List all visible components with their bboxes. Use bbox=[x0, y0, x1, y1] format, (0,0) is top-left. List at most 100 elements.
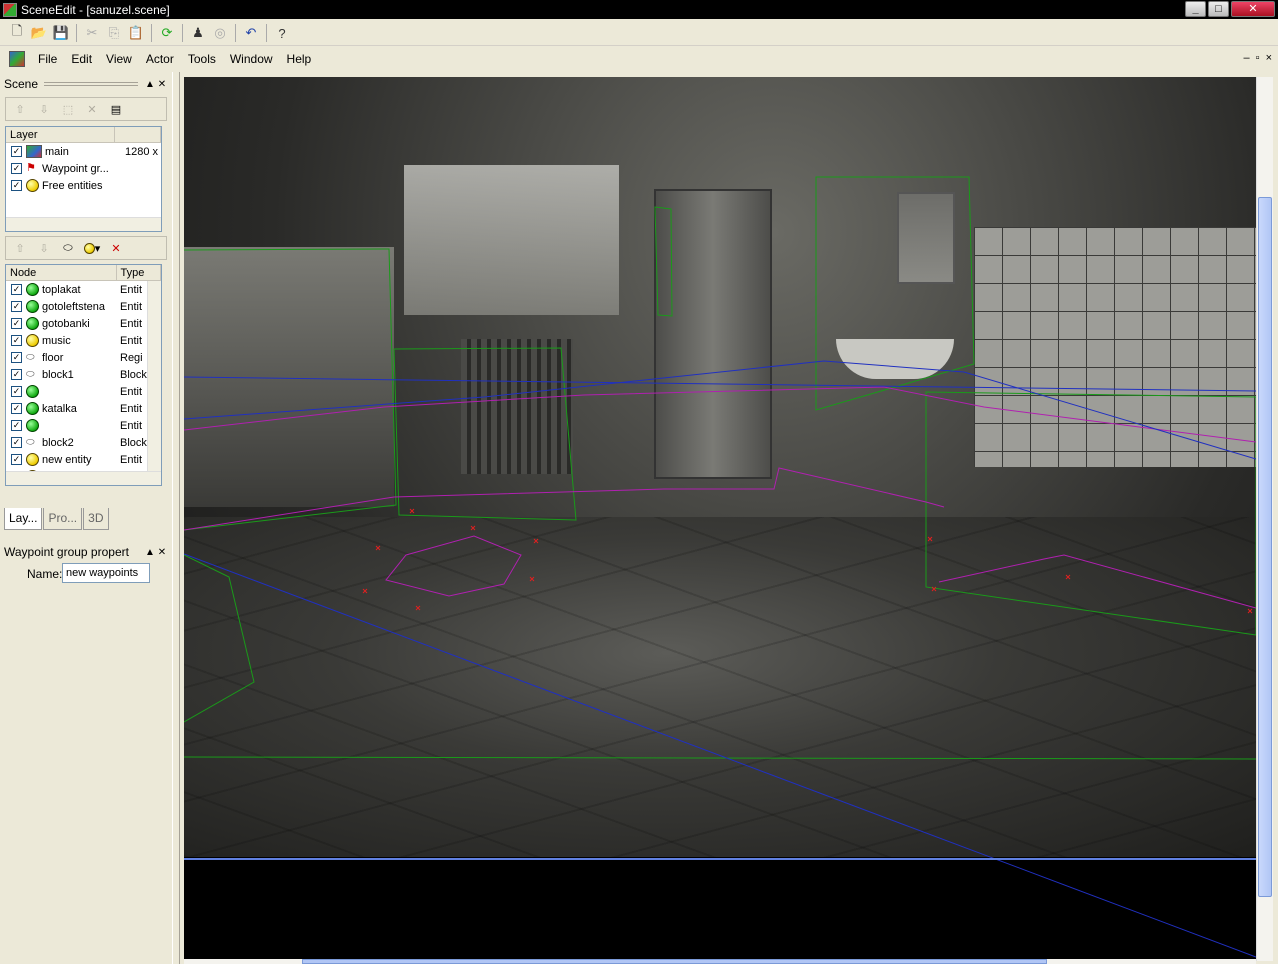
node-row[interactable]: ✓ toplakat Entit bbox=[6, 281, 161, 298]
cut-icon[interactable]: ✂ bbox=[81, 22, 103, 44]
viewport-hscroll-thumb[interactable] bbox=[302, 959, 1047, 964]
layer-column-header[interactable]: Layer bbox=[6, 127, 115, 142]
waypoint-marker[interactable] bbox=[1065, 574, 1071, 580]
region-outline[interactable] bbox=[184, 467, 945, 531]
menu-file[interactable]: File bbox=[31, 52, 64, 66]
node-row[interactable]: ✓ Entit bbox=[6, 417, 161, 434]
type-column-header[interactable]: Type bbox=[117, 265, 161, 280]
layer-row[interactable]: ✓ main 1280 x bbox=[6, 143, 161, 160]
region-outline[interactable] bbox=[385, 535, 522, 597]
node-checkbox[interactable]: ✓ bbox=[11, 403, 22, 414]
actor-circle-icon[interactable]: ◎ bbox=[209, 22, 231, 44]
panel-grip[interactable] bbox=[44, 82, 138, 86]
waypoint-marker[interactable] bbox=[362, 588, 368, 594]
mdi-restore-button[interactable]: ▫ bbox=[1256, 52, 1260, 64]
waypoint-marker[interactable] bbox=[1247, 608, 1253, 614]
node-checkbox[interactable]: ✓ bbox=[11, 301, 22, 312]
waypoint-marker[interactable] bbox=[415, 605, 421, 611]
node-row[interactable]: ✓ new entity Entit bbox=[6, 451, 161, 468]
node-checkbox[interactable]: ✓ bbox=[11, 386, 22, 397]
region-outline[interactable] bbox=[938, 554, 1256, 609]
node-move-down-icon[interactable]: ⇩ bbox=[33, 238, 55, 258]
node-checkbox[interactable]: ✓ bbox=[11, 352, 22, 363]
copy-icon[interactable]: ⎘ bbox=[103, 22, 125, 44]
node-row[interactable]: ✓ ⬭ block1 Block bbox=[6, 366, 161, 383]
viewport-vscrollbar[interactable] bbox=[1256, 77, 1273, 961]
node-list-hscrollbar[interactable] bbox=[6, 471, 161, 485]
maximize-button[interactable]: □ bbox=[1208, 1, 1229, 17]
node-checkbox[interactable]: ✓ bbox=[11, 318, 22, 329]
waypoint-marker[interactable] bbox=[927, 536, 933, 542]
node-checkbox[interactable]: ✓ bbox=[11, 369, 22, 380]
waypoint-marker[interactable] bbox=[533, 538, 539, 544]
node-checkbox[interactable]: ✓ bbox=[11, 335, 22, 346]
node-row[interactable]: ✓ ⬭ block2 Block bbox=[6, 434, 161, 451]
undo-icon[interactable]: ↶ bbox=[240, 22, 262, 44]
waypoint-marker[interactable] bbox=[931, 586, 937, 592]
node-checkbox[interactable]: ✓ bbox=[11, 284, 22, 295]
node-list-vscrollbar[interactable] bbox=[147, 281, 161, 485]
waypoint-marker[interactable] bbox=[375, 545, 381, 551]
menu-window[interactable]: Window bbox=[223, 52, 280, 66]
tab-3d[interactable]: 3D bbox=[83, 508, 109, 530]
entity-outline[interactable] bbox=[925, 391, 1256, 636]
node-move-up-icon[interactable]: ⇧ bbox=[9, 238, 31, 258]
delete-node-icon[interactable]: ✕ bbox=[105, 238, 127, 258]
viewport-hscrollbar[interactable] bbox=[184, 959, 1256, 964]
add-layer-icon[interactable]: ⬚ bbox=[57, 99, 79, 119]
entity-outline[interactable] bbox=[184, 248, 397, 531]
panel-splitter[interactable] bbox=[172, 72, 180, 964]
panel-close-icon[interactable]: ✕ bbox=[156, 547, 168, 558]
viewport-vscroll-thumb[interactable] bbox=[1258, 197, 1272, 897]
actor-icon[interactable]: ♟ bbox=[187, 22, 209, 44]
entity-outline[interactable] bbox=[184, 554, 255, 723]
refresh-icon[interactable]: ⟳ bbox=[156, 22, 178, 44]
save-icon[interactable]: 💾 bbox=[50, 22, 72, 44]
layer-row[interactable]: ✓ Free entities bbox=[6, 177, 161, 194]
node-checkbox[interactable]: ✓ bbox=[11, 454, 22, 465]
mdi-close-button[interactable]: × bbox=[1266, 52, 1272, 64]
menu-actor[interactable]: Actor bbox=[139, 52, 181, 66]
node-row[interactable]: ✓ katalka Entit bbox=[6, 400, 161, 417]
menu-view[interactable]: View bbox=[99, 52, 139, 66]
node-row[interactable]: ✓ Entit bbox=[6, 383, 161, 400]
node-checkbox[interactable]: ✓ bbox=[11, 420, 22, 431]
entity-outline[interactable] bbox=[815, 176, 975, 411]
pin-icon[interactable]: ▲ bbox=[144, 547, 156, 558]
node-row[interactable]: ✓ gotoleftstena Entit bbox=[6, 298, 161, 315]
new-file-icon[interactable]: 🗋 bbox=[6, 22, 28, 44]
entity-outline[interactable] bbox=[654, 206, 673, 317]
waypoint-marker[interactable] bbox=[529, 576, 535, 582]
waypoint-marker[interactable] bbox=[409, 508, 415, 514]
layer-checkbox[interactable]: ✓ bbox=[11, 180, 22, 191]
help-icon[interactable]: ? bbox=[271, 22, 293, 44]
node-row[interactable]: ✓ gotobanki Entit bbox=[6, 315, 161, 332]
add-entity-dropdown-icon[interactable]: ▾ bbox=[81, 238, 103, 258]
waypoint-name-input[interactable] bbox=[62, 563, 150, 583]
node-column-header[interactable]: Node bbox=[6, 265, 117, 280]
open-folder-icon[interactable]: 📂 bbox=[28, 22, 50, 44]
menu-help[interactable]: Help bbox=[280, 52, 319, 66]
layer-row[interactable]: ✓ ⚑ Waypoint gr... bbox=[6, 160, 161, 177]
move-down-icon[interactable]: ⇩ bbox=[33, 99, 55, 119]
paste-icon[interactable]: 📋 bbox=[125, 22, 147, 44]
waypoint-marker[interactable] bbox=[470, 525, 476, 531]
node-checkbox[interactable]: ✓ bbox=[11, 437, 22, 448]
delete-layer-icon[interactable]: ✕ bbox=[81, 99, 103, 119]
add-region-icon[interactable]: ⬭ bbox=[57, 238, 79, 258]
menu-edit[interactable]: Edit bbox=[64, 52, 99, 66]
layer-list-hscrollbar[interactable] bbox=[6, 217, 161, 231]
close-button[interactable]: ✕ bbox=[1231, 1, 1275, 17]
move-up-icon[interactable]: ⇧ bbox=[9, 99, 31, 119]
region-outline[interactable] bbox=[184, 386, 1256, 443]
size-column-header[interactable] bbox=[115, 127, 161, 142]
scene-viewport[interactable] bbox=[184, 77, 1256, 961]
tab-properties[interactable]: Pro... bbox=[43, 508, 83, 530]
node-row[interactable]: ✓ music Entit bbox=[6, 332, 161, 349]
pin-icon[interactable]: ▲ bbox=[144, 79, 156, 90]
layer-properties-icon[interactable]: ▤ bbox=[105, 99, 127, 119]
layer-checkbox[interactable]: ✓ bbox=[11, 146, 22, 157]
node-row[interactable]: ✓ ⬭ floor Regi bbox=[6, 349, 161, 366]
mdi-minimize-button[interactable]: – bbox=[1244, 52, 1250, 64]
panel-close-icon[interactable]: ✕ bbox=[156, 79, 168, 90]
